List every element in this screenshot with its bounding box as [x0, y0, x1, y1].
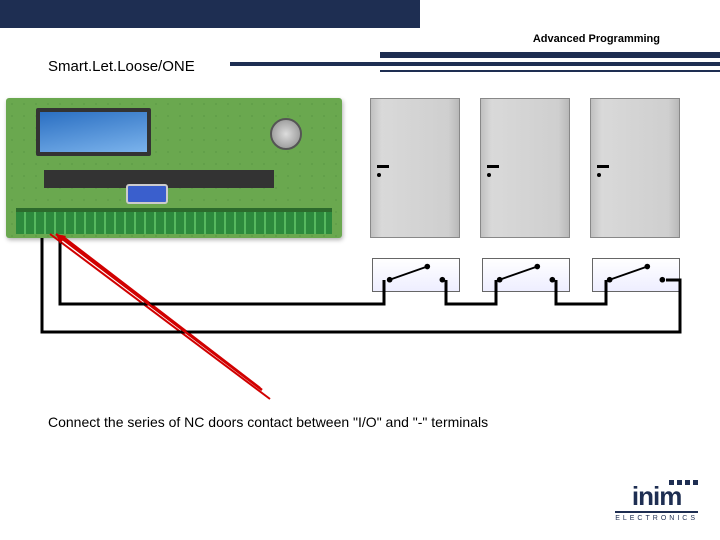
door-3 — [590, 98, 680, 238]
contact-icon — [483, 259, 569, 291]
door-knob-icon — [487, 173, 491, 177]
pointer-line — [50, 234, 270, 399]
wire-bottom-run — [42, 238, 680, 332]
logo-divider — [615, 511, 698, 513]
header-tag: Advanced Programming — [533, 33, 660, 45]
door-panel — [480, 98, 570, 238]
nc-contact-1 — [372, 258, 460, 292]
nc-contact-3 — [592, 258, 680, 292]
door-handle-icon — [597, 165, 609, 168]
door-panel — [370, 98, 460, 238]
header-rule-thick — [380, 52, 720, 58]
instruction-text: Connect the series of NC doors contact b… — [48, 414, 488, 430]
pcb-board — [6, 98, 342, 238]
contact-icon — [593, 259, 679, 291]
header-rule-thin — [380, 70, 720, 72]
slide: Advanced Programming Smart.Let.Loose/ONE — [0, 0, 720, 540]
header-band — [0, 0, 420, 28]
door-handle-icon — [377, 165, 389, 168]
wire-to-contact1-left — [60, 238, 384, 304]
pointer-line — [62, 236, 260, 388]
slide-subtitle: Smart.Let.Loose/ONE — [48, 58, 201, 75]
brand-logo: inim ELECTRONICS — [615, 480, 698, 522]
door-knob-icon — [377, 173, 381, 177]
pcb-terminals — [16, 212, 332, 234]
door-panel — [590, 98, 680, 238]
logo-name: inim — [615, 483, 698, 509]
pcb-db-connector — [126, 184, 168, 204]
pcb-buzzer — [270, 118, 302, 150]
header-rule-mid — [230, 62, 720, 66]
logo-subtext: ELECTRONICS — [615, 515, 698, 522]
door-2 — [480, 98, 570, 238]
door-knob-icon — [597, 173, 601, 177]
contact-icon — [373, 259, 459, 291]
door-handle-icon — [487, 165, 499, 168]
pcb-lcd — [36, 108, 151, 156]
red-pointer — [56, 234, 262, 390]
door-1 — [370, 98, 460, 238]
nc-contact-2 — [482, 258, 570, 292]
